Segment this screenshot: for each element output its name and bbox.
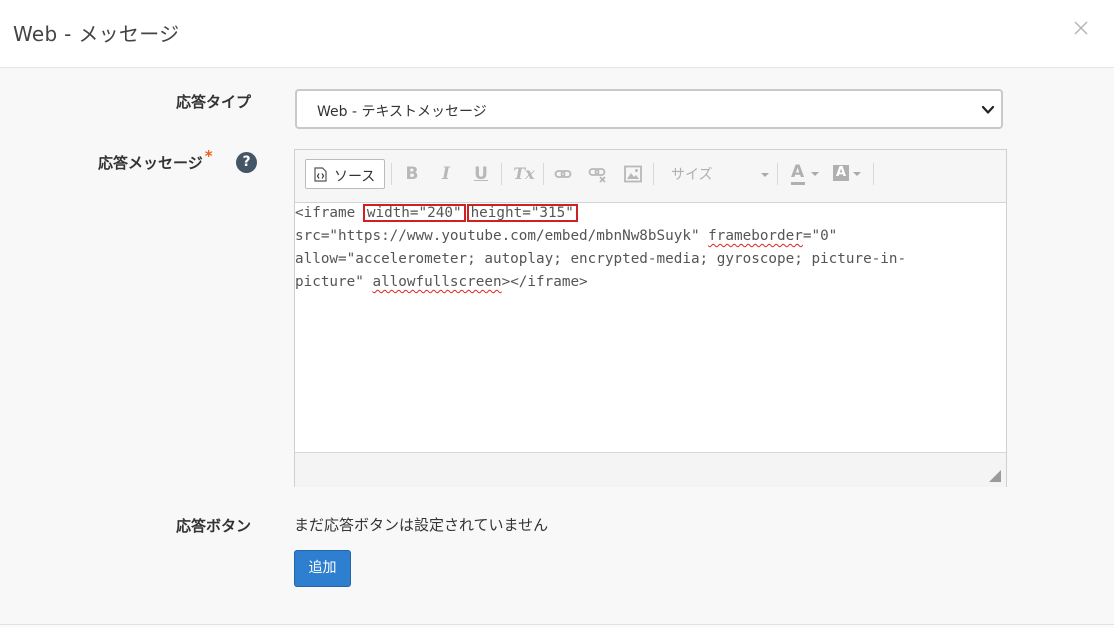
- source-button[interactable]: ソース: [305, 159, 385, 189]
- response-type-selected-value: Web - テキストメッセージ: [317, 104, 487, 120]
- response-message-label-text: 応答メッセージ: [98, 154, 203, 172]
- editor-footer: [295, 452, 1006, 487]
- link-button[interactable]: [553, 162, 573, 186]
- width-attribute-highlight: width="240": [362, 204, 466, 222]
- source-code-textarea[interactable]: <iframe width="240" height="315" src="htt…: [295, 202, 1006, 452]
- modal-body: 応答タイプ Web - テキストメッセージ 応答メッセージ * ? ソース B …: [0, 69, 1114, 624]
- bold-icon: B: [405, 164, 419, 184]
- dropdown-arrow-icon: [811, 172, 819, 176]
- text-color-bar: [791, 182, 805, 185]
- chevron-down-icon: [981, 105, 995, 114]
- unlink-icon: [588, 168, 606, 183]
- toolbar-divider: [391, 163, 392, 185]
- close-button[interactable]: [1072, 14, 1094, 40]
- font-size-dropdown[interactable]: サイズ: [671, 163, 769, 187]
- dropdown-arrow-icon: [761, 173, 769, 177]
- code-text: picture": [295, 274, 373, 290]
- code-text: src="https://www.youtube.com/embed/mbnNw…: [295, 228, 709, 244]
- dropdown-arrow-icon: [853, 172, 861, 176]
- remove-format-button[interactable]: Tx: [513, 162, 535, 186]
- background-color-button[interactable]: A: [831, 162, 867, 186]
- underline-icon: U: [474, 164, 488, 184]
- code-text: <iframe: [295, 205, 364, 221]
- background-color-icon: A: [833, 165, 849, 181]
- modal-header: Web - メッセージ: [0, 0, 1114, 68]
- spellcheck-word: frameborder: [708, 228, 803, 244]
- unlink-button[interactable]: [587, 162, 609, 186]
- toolbar-divider: [873, 163, 874, 185]
- help-icon[interactable]: ?: [236, 152, 257, 173]
- source-icon: [314, 167, 327, 182]
- image-button[interactable]: [623, 162, 643, 186]
- italic-icon: I: [442, 164, 450, 184]
- text-color-icon: A: [791, 162, 805, 182]
- text-color-button[interactable]: A: [789, 162, 825, 186]
- close-icon: [1074, 21, 1088, 35]
- font-size-label: サイズ: [671, 167, 713, 183]
- rich-text-editor: ソース B I U Tx サイズ A A <iframe width="240"…: [294, 149, 1007, 487]
- toolbar-divider: [653, 163, 654, 185]
- bold-button[interactable]: B: [403, 162, 421, 186]
- code-line: picture" allowfullscreen></iframe>: [295, 271, 588, 294]
- modal-footer-edge: [0, 624, 1114, 628]
- height-attribute-highlight: height="315": [466, 204, 578, 222]
- response-type-select[interactable]: Web - テキストメッセージ: [295, 89, 1003, 129]
- italic-button[interactable]: I: [437, 162, 455, 186]
- link-icon: [554, 170, 572, 178]
- resize-handle-icon[interactable]: [989, 470, 1001, 482]
- modal-title: Web - メッセージ: [13, 22, 180, 46]
- web-message-modal: Web - メッセージ 応答タイプ Web - テキストメッセージ 応答メッセー…: [0, 0, 1114, 628]
- toolbar-divider: [543, 163, 544, 185]
- editor-toolbar: ソース B I U Tx サイズ A A: [295, 150, 1006, 203]
- response-type-label: 応答タイプ: [176, 93, 252, 111]
- required-mark: *: [204, 147, 213, 165]
- code-line: src="https://www.youtube.com/embed/mbnNw…: [295, 225, 837, 248]
- source-button-label: ソース: [334, 169, 376, 185]
- code-line: <iframe width="240" height="315": [295, 202, 578, 225]
- code-text: ="0": [802, 228, 838, 244]
- spellcheck-word: allowfullscreen: [372, 274, 502, 290]
- response-message-label: 応答メッセージ *: [98, 147, 213, 173]
- remove-format-icon: Tx: [513, 164, 535, 183]
- response-button-label: 応答ボタン: [176, 517, 252, 535]
- toolbar-divider: [501, 163, 502, 185]
- add-button[interactable]: 追加: [294, 550, 351, 587]
- underline-button[interactable]: U: [472, 162, 490, 186]
- no-buttons-message: まだ応答ボタンは設定されていません: [294, 516, 549, 534]
- code-line: allow="accelerometer; autoplay; encrypte…: [295, 251, 907, 267]
- code-text: ></iframe>: [501, 274, 588, 290]
- image-icon: [624, 165, 642, 183]
- toolbar-divider: [777, 163, 778, 185]
